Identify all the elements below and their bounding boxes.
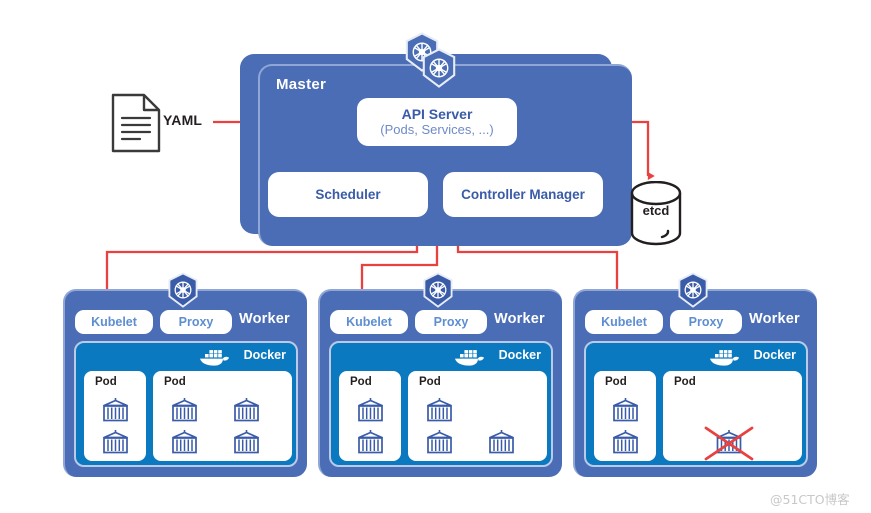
scheduler-label: Scheduler [315, 187, 381, 202]
kubelet-pill[interactable]: Kubelet [330, 310, 408, 334]
diagram-canvas: Master API Server (Pods, Services, ...) [0, 0, 871, 513]
controller-manager-box[interactable]: Controller Manager [443, 172, 603, 217]
container-icon [358, 430, 383, 454]
pod-box[interactable]: Pod [594, 371, 656, 461]
kubelet-pill[interactable]: Kubelet [75, 310, 153, 334]
docker-runtime-panel: Docker Pod Pod [329, 341, 553, 467]
pod-box[interactable]: Pod [84, 371, 146, 461]
docker-whale-icon [455, 350, 484, 366]
pod-box[interactable]: Pod [408, 371, 547, 461]
pod-title: Pod [605, 376, 627, 388]
yaml-label: YAML [163, 112, 203, 128]
container-icon [234, 398, 259, 422]
container-icon [103, 398, 128, 422]
pod-title: Pod [164, 376, 186, 388]
document-icon [111, 93, 161, 153]
worker-title: Worker [239, 311, 290, 327]
api-server-box[interactable]: API Server (Pods, Services, ...) [357, 98, 517, 146]
container-icon [613, 398, 638, 422]
worker-node-1: Kubelet Proxy Worker Docker Pod Pod [63, 289, 307, 477]
pod-title: Pod [350, 376, 372, 388]
kubernetes-logo-icon [423, 272, 453, 308]
etcd-label: etcd [642, 203, 670, 218]
kubernetes-logo-icon [422, 48, 456, 88]
docker-whale-icon [710, 350, 739, 366]
container-icon [427, 430, 452, 454]
pod-title: Pod [95, 376, 117, 388]
pod-box[interactable]: Pod [663, 371, 802, 461]
docker-label: Docker [243, 348, 286, 362]
pod-title: Pod [674, 376, 696, 388]
container-icon [358, 398, 383, 422]
proxy-pill[interactable]: Proxy [160, 310, 232, 334]
container-icon [613, 430, 638, 454]
worker-node-3: Kubelet Proxy Worker Docker Pod Pod [573, 289, 817, 477]
container-icon [234, 430, 259, 454]
container-icon [172, 398, 197, 422]
worker-title: Worker [749, 311, 800, 327]
worker-title: Worker [494, 311, 545, 327]
pod-title: Pod [419, 376, 441, 388]
api-server-subtitle: (Pods, Services, ...) [380, 122, 494, 137]
master-label: Master [276, 76, 327, 93]
docker-runtime-panel: Docker Pod Pod [584, 341, 808, 467]
container-icon [427, 398, 452, 422]
kubernetes-logo-icon [678, 272, 708, 308]
proxy-pill[interactable]: Proxy [670, 310, 742, 334]
pod-box[interactable]: Pod [153, 371, 292, 461]
worker-node-2: Kubelet Proxy Worker Docker Pod Pod [318, 289, 562, 477]
watermark: @51CTO博客 [770, 492, 850, 507]
docker-runtime-panel: Docker Pod Pod [74, 341, 298, 467]
kubernetes-logo-icon [168, 272, 198, 308]
docker-whale-icon [200, 350, 229, 366]
container-icon-terminated [704, 426, 754, 461]
proxy-pill[interactable]: Proxy [415, 310, 487, 334]
api-server-title: API Server [401, 106, 473, 122]
container-icon [172, 430, 197, 454]
container-icon [103, 430, 128, 454]
pod-box[interactable]: Pod [339, 371, 401, 461]
docker-label: Docker [498, 348, 541, 362]
container-icon [489, 430, 514, 454]
controller-manager-label: Controller Manager [461, 187, 585, 202]
scheduler-box[interactable]: Scheduler [268, 172, 428, 217]
docker-label: Docker [753, 348, 796, 362]
kubelet-pill[interactable]: Kubelet [585, 310, 663, 334]
